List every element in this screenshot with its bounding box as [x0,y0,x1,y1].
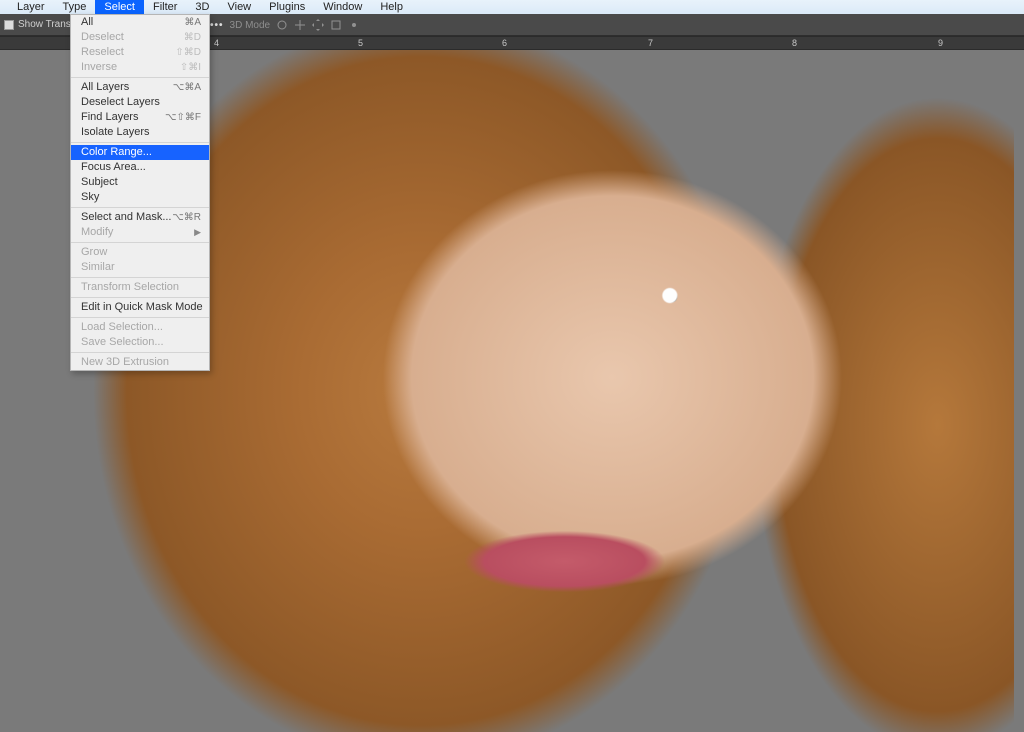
pan-icon[interactable] [294,19,306,31]
ruler-tick: 8 [792,38,797,48]
menu-item-label: Find Layers [81,110,138,125]
menu-item-reselect: Reselect ⇧⌘D [71,45,209,60]
menu-item-shortcut: ⌥⌘R [172,210,201,225]
menu-item-sky[interactable]: Sky [71,190,209,205]
menu-layer[interactable]: Layer [8,0,54,14]
menu-separator [71,352,209,353]
ruler-tick: 7 [648,38,653,48]
menu-item-label: Sky [81,190,99,205]
menu-item-shortcut: ⌥⌘A [173,80,201,95]
menu-plugins[interactable]: Plugins [260,0,314,14]
move-icon[interactable] [312,19,324,31]
more-options-icon[interactable]: ••• [210,20,224,31]
menu-item-modify: Modify ▶ [71,225,209,240]
light-icon[interactable] [348,19,360,31]
ruler-tick: 5 [358,38,363,48]
menu-item-label: Save Selection... [81,335,164,350]
orbit-icon[interactable] [276,19,288,31]
menu-separator [71,142,209,143]
menu-item-select-and-mask[interactable]: Select and Mask...⌥⌘R [71,210,209,225]
menu-filter[interactable]: Filter [144,0,186,14]
menu-item-isolate-layers[interactable]: Isolate Layers [71,125,209,140]
menu-separator [71,297,209,298]
menu-item-edit-in-quick-mask-mode[interactable]: Edit in Quick Mask Mode [71,300,209,315]
menu-item-deselect-layers[interactable]: Deselect Layers [71,95,209,110]
menu-item-label: Deselect Layers [81,95,160,110]
ruler-tick: 9 [938,38,943,48]
menu-item-shortcut: ⌘A [184,15,201,30]
submenu-arrow-icon: ▶ [194,225,201,240]
menu-item-label: All Layers [81,80,129,95]
menu-item-label: Similar [81,260,115,275]
menu-item-shortcut: ⌘D [184,30,201,45]
menu-item-label: Focus Area... [81,160,146,175]
menu-item-label: New 3D Extrusion [81,355,169,370]
menu-item-grow: Grow [71,245,209,260]
ruler-tick: 6 [502,38,507,48]
menu-item-label: Edit in Quick Mask Mode [81,300,203,315]
menu-item-label: Subject [81,175,118,190]
menu-item-label: Grow [81,245,107,260]
show-transform-checkbox[interactable] [4,20,14,30]
menu-item-find-layers[interactable]: Find Layers ⌥⇧⌘F [71,110,209,125]
menu-separator [71,77,209,78]
menu-item-save-selection: Save Selection... [71,335,209,350]
select-menu-dropdown: All ⌘A Deselect ⌘D Reselect ⇧⌘D Inverse ⇧⌘I All … [70,14,210,371]
menu-item-color-range[interactable]: Color Range... [71,145,209,160]
menu-view[interactable]: View [218,0,260,14]
menu-item-shortcut: ⇧⌘D [175,45,201,60]
menu-item-all[interactable]: All ⌘A [71,15,209,30]
menu-item-label: Modify [81,225,113,240]
menubar: Layer Type Select Filter 3D View Plugins… [0,0,1024,14]
menu-item-label: Color Range... [81,145,152,160]
menu-item-label: Load Selection... [81,320,163,335]
menu-item-transform-selection: Transform Selection [71,280,209,295]
menu-item-inverse: Inverse ⇧⌘I [71,60,209,75]
menu-item-label: Reselect [81,45,124,60]
menu-help[interactable]: Help [371,0,412,14]
menu-item-focus-area[interactable]: Focus Area... [71,160,209,175]
menu-item-all-layers[interactable]: All Layers ⌥⌘A [71,80,209,95]
menu-item-shortcut: ⇧⌘I [180,60,201,75]
menu-item-shortcut: ⌥⇧⌘F [165,110,201,125]
menu-item-new-3d-extrusion: New 3D Extrusion [71,355,209,370]
menu-item-label: Isolate Layers [81,125,149,140]
menu-separator [71,207,209,208]
menu-separator [71,317,209,318]
menu-type[interactable]: Type [54,0,96,14]
ruler-tick: 4 [214,38,219,48]
menu-item-subject[interactable]: Subject [71,175,209,190]
menu-item-load-selection: Load Selection... [71,320,209,335]
mode-3d-label: 3D Mode [230,20,271,31]
menu-item-deselect: Deselect ⌘D [71,30,209,45]
menu-item-label: Deselect [81,30,124,45]
menu-item-label: Transform Selection [81,280,179,295]
menu-item-label: All [81,15,93,30]
menu-item-similar: Similar [71,260,209,275]
menu-separator [71,277,209,278]
menu-item-label: Select and Mask... [81,210,172,225]
options-right-group: ••• 3D Mode [210,15,360,35]
menu-select[interactable]: Select [95,0,144,14]
menu-window[interactable]: Window [314,0,371,14]
menu-separator [71,242,209,243]
scale-icon[interactable] [330,19,342,31]
menu-item-label: Inverse [81,60,117,75]
menu-3d[interactable]: 3D [186,0,218,14]
